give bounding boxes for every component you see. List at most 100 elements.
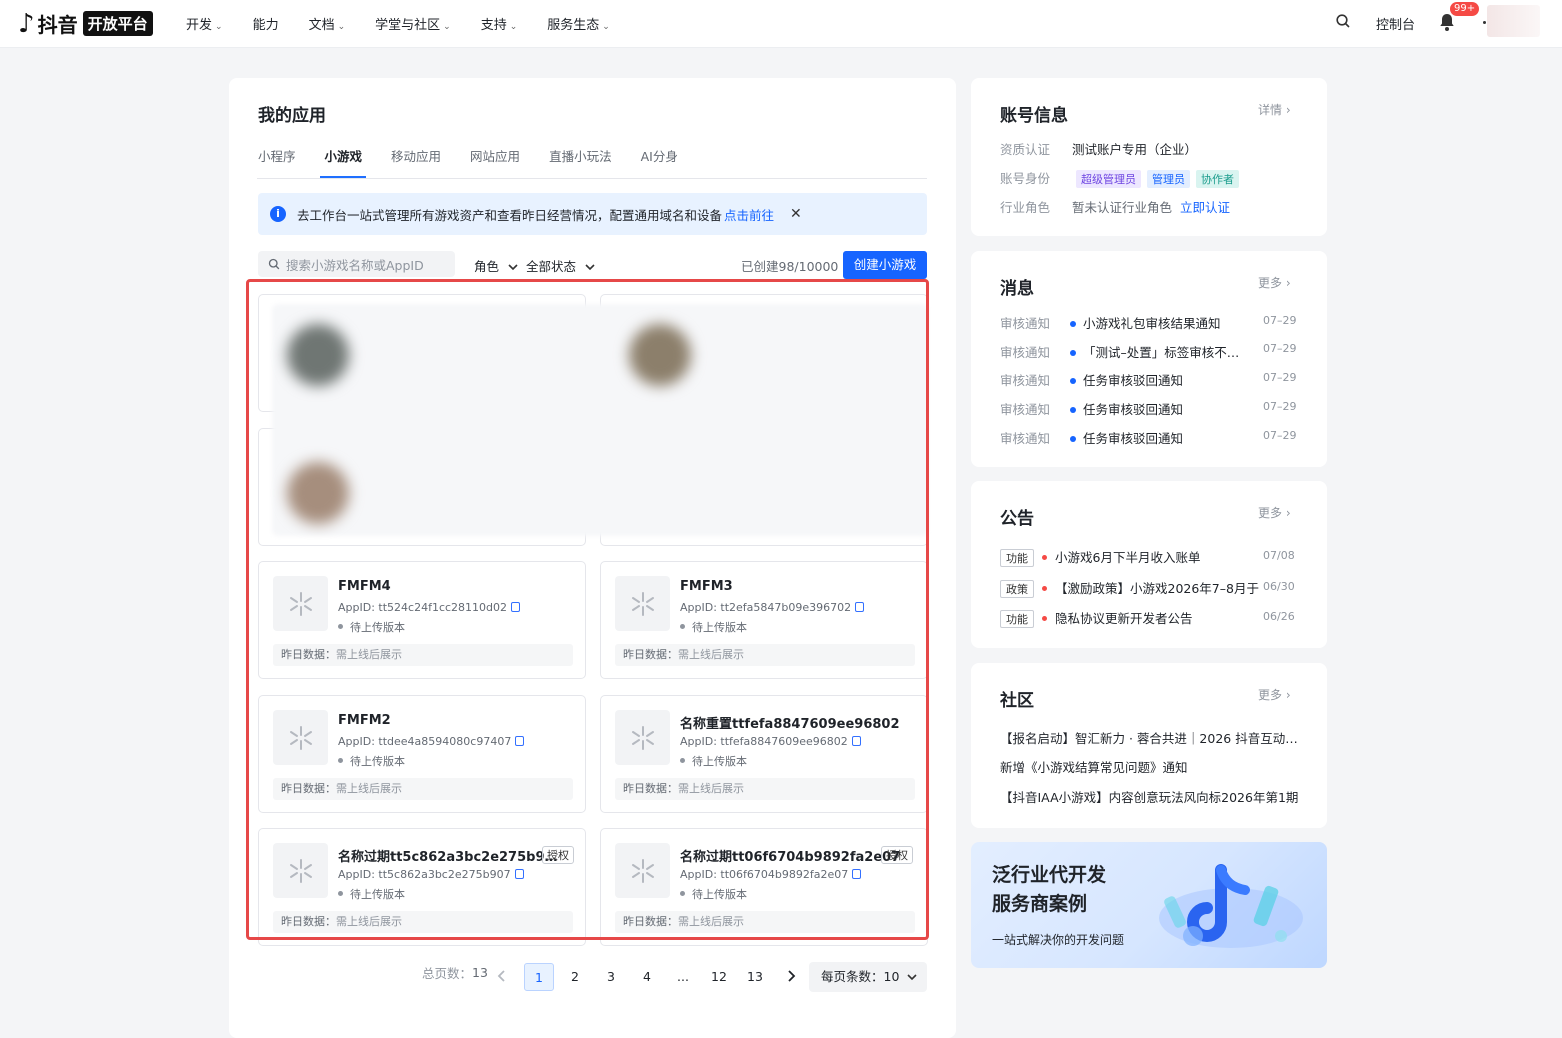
message-item[interactable]: 审核通知 任务审核驳回通知 [1000, 399, 1183, 418]
page-2[interactable]: 2 [560, 963, 590, 991]
tab-mobile-app[interactable]: 移动应用 [391, 146, 441, 165]
nav-item-docs[interactable]: 文档 ⌄ [309, 14, 346, 33]
console-link[interactable]: 控制台 [1376, 14, 1415, 33]
message-item[interactable]: 审核通知 小游戏礼包审核结果通知 [1000, 313, 1221, 332]
search-input[interactable]: 搜索小游戏名称或AppID [258, 251, 455, 277]
notification-badge: 99+ [1450, 2, 1480, 16]
notice-text: 隐私协议更新开发者公告 [1055, 611, 1193, 626]
page-4[interactable]: 4 [632, 963, 662, 991]
unread-dot [1070, 321, 1077, 327]
messages-more-link[interactable]: 更多 › [1258, 274, 1291, 291]
tab-mini-game[interactable]: 小游戏 [325, 146, 363, 165]
douyin-3d-logo-icon [1159, 864, 1303, 948]
role-pill: 管理员 [1146, 170, 1190, 188]
notice-item[interactable]: 功能 隐私协议更新开发者公告 [1000, 608, 1193, 628]
notice-tag: 功能 [1000, 610, 1034, 628]
community-post[interactable]: 【抖音IAA小游戏】内容创意玩法风向标2026年第1期 [1000, 787, 1298, 806]
nav-item-develop[interactable]: 开发 ⌄ [186, 14, 223, 33]
message-item[interactable]: 审核通知 任务审核驳回通知 [1000, 428, 1183, 447]
chevron-down-icon: ⌄ [509, 22, 518, 32]
notice-text: 小游戏6月下半月收入账单 [1055, 550, 1201, 565]
unread-dot [1070, 378, 1077, 384]
role-filter-dropdown[interactable]: 角色 [474, 256, 518, 275]
nav-item-ability[interactable]: 能力 [253, 14, 279, 33]
notice-item[interactable]: 功能 小游戏6月下半月收入账单 [1000, 547, 1200, 567]
nav-label: 文档 [308, 18, 335, 33]
highlight-box [246, 279, 929, 940]
notices-card: 公告 更多 › 功能 小游戏6月下半月收入账单 07/08 政策 【激励政策】小游戏… [971, 481, 1327, 648]
message-type: 审核通知 [1000, 373, 1051, 388]
status-filter-dropdown[interactable]: 全部状态 [526, 256, 595, 275]
message-item[interactable]: 审核通知 「测试–处置」标签审核不… [1000, 342, 1239, 361]
community-post[interactable]: 新增《小游戏结算常见问题》通知 [1000, 757, 1188, 776]
tab-live-play[interactable]: 直播小玩法 [549, 146, 612, 165]
next-page-icon[interactable] [786, 969, 796, 983]
notice-date: 06/30 [1263, 580, 1295, 593]
message-type: 审核通知 [1000, 402, 1051, 417]
douyin-note-icon: ♪ [18, 8, 35, 39]
banner-text: 去工作台一站式管理所有游戏资产和查看昨日经营情况，配置通用域名和设备 [297, 207, 723, 223]
filter-label: 角色 [474, 259, 500, 274]
top-navbar: ♪ 抖音 开放平台 开发 ⌄ 能力 文档 ⌄ 学堂与社区 ⌄ 支持 ⌄ 服务生态 ⌄ 控制… [0, 0, 1562, 48]
notice-item[interactable]: 政策 【激励政策】小游戏2026年7–8月于 [1000, 578, 1259, 598]
close-icon[interactable]: ✕ [790, 206, 802, 222]
filter-label: 全部状态 [526, 259, 577, 274]
page-1[interactable]: 1 [524, 963, 554, 991]
message-text: 「测试–处置」标签审核不… [1083, 345, 1240, 360]
role-pill: 超级管理员 [1075, 170, 1141, 188]
role-pill: 协作者 [1195, 170, 1239, 188]
message-text: 小游戏礼包审核结果通知 [1083, 316, 1221, 331]
red-dot [1042, 616, 1047, 621]
notice-date: 07/08 [1263, 549, 1295, 562]
page-size-label: 每页条数： [821, 969, 884, 984]
search-icon[interactable] [1335, 13, 1351, 29]
page-size-select[interactable]: 每页条数：10 [809, 962, 927, 992]
promo-subtitle: 一站式解决你的开发问题 [992, 933, 1125, 947]
chevron-down-icon: ⌄ [602, 22, 610, 32]
tab-website-app[interactable]: 网站应用 [470, 146, 520, 165]
page-13[interactable]: 13 [740, 963, 770, 991]
notice-tag: 功能 [1000, 549, 1034, 567]
role-row: 账号身份 超级管理员 管理员 协作者 [1000, 168, 1241, 188]
active-tab-indicator [320, 176, 366, 178]
promo-banner[interactable]: 泛行业代开发 服务商案例 一站式解决你的开发问题 [971, 842, 1327, 968]
community-post[interactable]: 【报名启动】智汇新力 · 蓉合共进｜2026 抖音互动… [1000, 728, 1298, 747]
row-label: 账号身份 [1000, 171, 1051, 186]
account-detail-link[interactable]: 详情 › [1258, 101, 1291, 118]
tab-divider [257, 178, 927, 179]
banner-link[interactable]: 点击前往 [724, 205, 774, 224]
nav-item-support[interactable]: 支持 ⌄ [481, 14, 518, 33]
create-mini-game-button[interactable]: 创建小游戏 [843, 251, 927, 279]
tab-ai-avatar[interactable]: AI分身 [641, 146, 678, 165]
notices-title: 公告 [1000, 509, 1034, 529]
page-3[interactable]: 3 [596, 963, 626, 991]
message-type: 审核通知 [1000, 345, 1051, 360]
nav-item-ecosystem[interactable]: 服务生态 ⌄ [547, 14, 610, 33]
info-banner: i 去工作台一站式管理所有游戏资产和查看昨日经营情况，配置通用域名和设备 点击前… [258, 193, 927, 235]
total-label: 总页数： [422, 966, 473, 981]
verify-link[interactable]: 立即认证 [1180, 200, 1230, 215]
page-12[interactable]: 12 [704, 963, 734, 991]
page-title: 我的应用 [258, 106, 326, 126]
douyin-logo[interactable]: ♪ 抖音 开放平台 [18, 9, 153, 38]
message-item[interactable]: 审核通知 任务审核驳回通知 [1000, 370, 1183, 389]
search-icon [268, 258, 280, 270]
notice-date: 06/26 [1263, 610, 1295, 623]
chevron-down-icon [585, 264, 595, 271]
qualification-row: 资质认证 测试账户专用（企业） [1000, 139, 1197, 158]
row-label: 资质认证 [1000, 142, 1051, 157]
created-count: 已创建98/10000 [741, 259, 839, 274]
avatar[interactable] [1487, 5, 1540, 37]
tab-mini-program[interactable]: 小程序 [258, 146, 296, 165]
prev-page-icon[interactable] [497, 969, 507, 983]
app-type-tabs: 小程序 小游戏 移动应用 网站应用 直播小玩法 AI分身 [258, 146, 707, 165]
account-info-card: 账号信息 详情 › 资质认证 测试账户专用（企业） 账号身份 超级管理员 管理员 … [971, 78, 1327, 236]
community-more-link[interactable]: 更多 › [1258, 686, 1291, 703]
page-ellipsis[interactable]: ... [668, 963, 698, 991]
chevron-down-icon: ⌄ [215, 22, 223, 32]
notices-more-link[interactable]: 更多 › [1258, 504, 1291, 521]
logo-platform-text: 开放平台 [82, 11, 153, 36]
unread-dot [1070, 407, 1077, 413]
nav-item-academy[interactable]: 学堂与社区 ⌄ [375, 14, 451, 33]
main-nav: 开发 ⌄ 能力 文档 ⌄ 学堂与社区 ⌄ 支持 ⌄ 服务生态 ⌄ [186, 14, 640, 33]
